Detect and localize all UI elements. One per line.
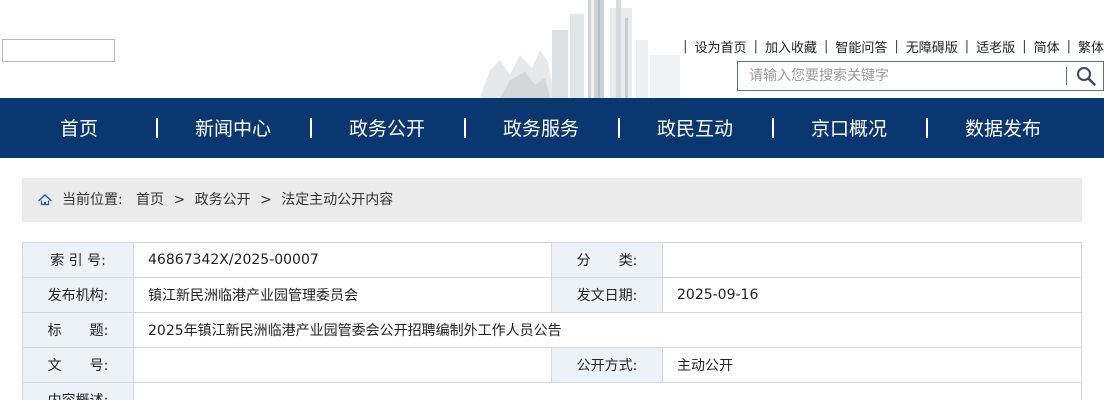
search-button[interactable] (1068, 62, 1104, 90)
title-value: 2025年镇江新民洲临港产业园管委会公开招聘编制外工作人员公告 (133, 312, 1082, 348)
link-separator: | (894, 38, 899, 54)
document-number-value (133, 347, 552, 383)
table-row: 索 引 号: 46867342X/2025-00007 分 类: (22, 242, 1082, 278)
search-input[interactable] (738, 62, 1064, 90)
link-separator: | (1066, 38, 1071, 54)
table-row: 发布机构: 镇江新民洲临港产业园管理委员会 发文日期: 2025-09-16 (22, 277, 1082, 313)
breadcrumb-separator: > (173, 192, 186, 208)
simplified-chinese-link[interactable]: 简体 (1034, 37, 1060, 56)
summary-value (133, 382, 1082, 400)
breadcrumb: 当前位置: 首页 > 政务公开 > 法定主动公开内容 (22, 178, 1082, 222)
table-row: 内容概述: (22, 382, 1082, 400)
breadcrumb-label: 当前位置: (62, 192, 123, 208)
breadcrumb-trail: 首页 > 政务公开 > 法定主动公开内容 (136, 178, 393, 222)
publisher-label: 发布机构: (22, 277, 134, 313)
index-number-label: 索 引 号: (22, 242, 134, 278)
traditional-chinese-link[interactable]: 繁体 (1078, 37, 1104, 56)
city-skyline-banner (470, 0, 710, 98)
home-icon (38, 194, 52, 206)
add-favorite-link[interactable]: 加入收藏 (765, 37, 817, 56)
breadcrumb-item-gov-affairs[interactable]: 政务公开 (195, 192, 251, 208)
elderly-mode-link[interactable]: 适老版 (976, 37, 1015, 56)
issue-date-label: 发文日期: (551, 277, 663, 313)
link-separator: | (823, 38, 829, 54)
category-value (662, 242, 1082, 278)
document-info-table: 索 引 号: 46867342X/2025-00007 分 类: 发布机构: 镇… (22, 242, 1082, 400)
link-separator: | (683, 38, 688, 54)
category-label: 分 类: (551, 242, 663, 278)
top-links-bar: | 设为首页 | 加入收藏 | 智能问答 | 无障碍版 | 适老版 | 简体 |… (676, 36, 1104, 56)
publisher-value: 镇江新民洲临港产业园管理委员会 (133, 277, 552, 313)
nav-item-gov-affairs[interactable]: 政务公开 (310, 98, 464, 158)
site-logo-placeholder[interactable] (2, 39, 115, 62)
document-number-label: 文 号: (22, 347, 134, 383)
index-number-value: 46867342X/2025-00007 (133, 242, 552, 278)
search-icon (1077, 67, 1096, 86)
smart-qa-link[interactable]: 智能问答 (835, 37, 887, 56)
nav-item-overview[interactable]: 京口概况 (772, 98, 926, 158)
nav-item-data-release[interactable]: 数据发布 (926, 98, 1080, 158)
nav-item-home[interactable]: 首页 (2, 98, 156, 158)
issue-date-value: 2025-09-16 (662, 277, 1082, 313)
disclosure-method-label: 公开方式: (551, 347, 663, 383)
table-row: 文 号: 公开方式: 主动公开 (22, 347, 1082, 383)
breadcrumb-item-home[interactable]: 首页 (136, 192, 164, 208)
accessibility-link[interactable]: 无障碍版 (906, 37, 958, 56)
nav-item-interaction[interactable]: 政民互动 (618, 98, 772, 158)
table-row: 标 题: 2025年镇江新民洲临港产业园管委会公开招聘编制外工作人员公告 (22, 312, 1082, 348)
search-divider (1066, 67, 1067, 85)
breadcrumb-separator: > (260, 192, 272, 208)
nav-item-news[interactable]: 新闻中心 (156, 98, 310, 158)
link-separator: | (1022, 38, 1027, 54)
main-nav: 首页 新闻中心 政务公开 政务服务 政民互动 京口概况 数据发布 (0, 98, 1104, 158)
link-separator: | (964, 38, 970, 54)
site-search (737, 61, 1104, 91)
title-label: 标 题: (22, 312, 134, 348)
set-homepage-link[interactable]: 设为首页 (695, 37, 747, 56)
breadcrumb-item-current[interactable]: 法定主动公开内容 (281, 192, 393, 208)
nav-item-gov-services[interactable]: 政务服务 (464, 98, 618, 158)
disclosure-method-value: 主动公开 (662, 347, 1082, 383)
summary-label: 内容概述: (22, 382, 134, 400)
link-separator: | (753, 38, 758, 54)
site-header: | 设为首页 | 加入收藏 | 智能问答 | 无障碍版 | 适老版 | 简体 |… (0, 0, 1104, 98)
